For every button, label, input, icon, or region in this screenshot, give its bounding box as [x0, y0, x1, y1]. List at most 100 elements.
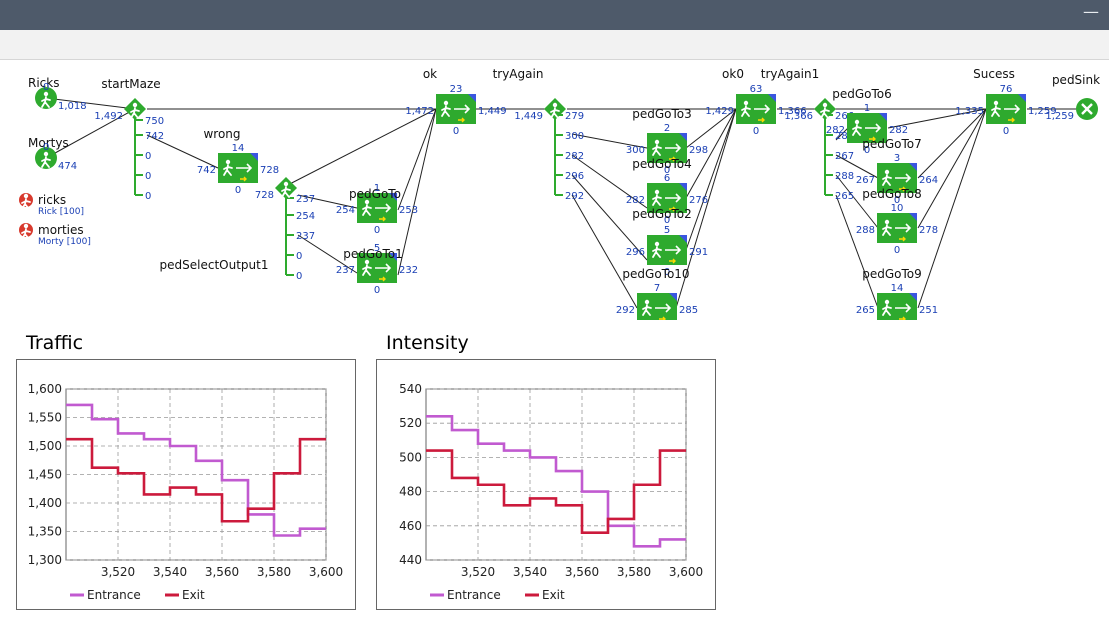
startMaze-select-block[interactable]	[124, 98, 146, 196]
tryAgain-out-2: 282	[565, 151, 584, 162]
pedGoTo9-count: 14	[891, 283, 904, 294]
wrong-in-count: 742	[197, 165, 216, 176]
y-tick-label: 440	[399, 553, 422, 567]
tryAgain1-out-4: 265	[835, 191, 854, 202]
head	[644, 299, 650, 305]
ok-count: 23	[450, 84, 463, 95]
pedGoTo8-label: pedGoTo8	[862, 187, 922, 201]
ok-label: ok	[423, 67, 437, 81]
wrong-block[interactable]	[218, 153, 258, 183]
connector	[397, 108, 437, 211]
Sucess-count: 76	[1000, 84, 1013, 95]
connector	[917, 108, 987, 229]
head	[443, 100, 449, 106]
pedGoTo2-in-count: 296	[626, 247, 645, 258]
intensity-chart: 440 460 480 500 520 540 3,520 3,540 3,560 3,580 3,…	[376, 359, 716, 610]
plot-area	[425, 388, 687, 561]
pedGoTo4-out-count: 276	[689, 195, 708, 206]
pedGoTo6-in-count: 282	[826, 125, 845, 136]
ok0-count: 63	[750, 84, 763, 95]
pedGoTo-out-count: 253	[399, 205, 418, 216]
head	[654, 241, 660, 247]
legend-label-entrance: Entrance	[447, 588, 501, 602]
traffic-chart-title: Traffic	[26, 332, 84, 354]
tryAgain-in-count: 1,449	[514, 111, 543, 122]
pedGoTo4-label: pedGoTo4	[632, 157, 692, 171]
pedGoTo2-count: 5	[664, 225, 670, 236]
x-tick-label: 3,600	[309, 565, 343, 579]
pedGoTo2-label: pedGoTo2	[632, 207, 692, 221]
head	[993, 100, 999, 106]
x-tick-label: 3,560	[565, 565, 599, 579]
traffic-chart: 1,300 1,350 1,400 1,450 1,500 1,550 1,600 3,520…	[16, 359, 356, 610]
y-tick-label: 520	[399, 416, 422, 430]
head	[743, 100, 749, 106]
window-titlebar: —	[0, 0, 1109, 30]
Sucess-lower-count: 0	[1003, 126, 1009, 137]
resource-value: Rick [100]	[38, 207, 84, 217]
ricks_src-count: 0	[43, 82, 49, 93]
pedGoTo7-label: pedGoTo7	[862, 137, 922, 151]
ok0-block[interactable]	[736, 94, 776, 124]
pedGoTo4-in-count: 282	[626, 195, 645, 206]
tryAgain1-select-block[interactable]	[814, 98, 836, 196]
pedGoTo1-count: 5	[374, 243, 380, 254]
x-tick-label: 3,540	[513, 565, 547, 579]
pedGoTo9-out-count: 251	[919, 305, 938, 316]
intensity-chart-title: Intensity	[386, 332, 469, 354]
pedSelectOutput1-select-block[interactable]	[275, 177, 297, 276]
pedGoTo8-out-count: 278	[919, 225, 938, 236]
pedGoTo6-label: pedGoTo6	[832, 87, 892, 101]
legend-label-entrance: Entrance	[87, 588, 141, 602]
tryAgain-select-block[interactable]	[544, 98, 566, 196]
pedGoTo10-block[interactable]	[637, 293, 677, 320]
ok0-label: ok0	[722, 67, 744, 81]
head	[654, 139, 660, 145]
y-tick-label: 1,300	[28, 553, 62, 567]
tryAgain1-label: tryAgain1	[761, 67, 820, 81]
pedGoTo7-out-count: 264	[919, 175, 938, 186]
pedGoTo7-in-count: 267	[856, 175, 875, 186]
Sucess-label: Sucess	[973, 67, 1015, 81]
pedGoTo7-count: 3	[894, 153, 900, 164]
pedGoTo8-block[interactable]	[877, 213, 917, 243]
y-tick-label: 480	[399, 485, 422, 499]
connector	[685, 108, 737, 251]
x-tick-label: 3,520	[461, 565, 495, 579]
pedSelectOutput1-out-0: 237	[296, 194, 315, 205]
head	[884, 299, 890, 305]
connector	[277, 108, 437, 191]
pedSelectOutput1-in-count: 728	[255, 190, 274, 201]
pedGoTo9-block[interactable]	[877, 293, 917, 320]
pedSink-block[interactable]	[1076, 98, 1098, 120]
pedSelectOutput1-label: pedSelectOutput1	[160, 258, 269, 272]
pedGoTo3-out-count: 298	[689, 145, 708, 156]
tryAgain-out-0: 279	[565, 111, 584, 122]
block-body[interactable]	[637, 293, 677, 320]
pedSelectOutput1-out-3: 0	[296, 251, 302, 262]
pedGoTo3-in-count: 300	[626, 145, 645, 156]
minimize-button[interactable]: —	[1083, 4, 1099, 20]
x-tick-label: 3,520	[101, 565, 135, 579]
pedGoTo2-block[interactable]	[647, 235, 687, 265]
ok-block[interactable]	[436, 94, 476, 124]
block-body[interactable]	[877, 293, 917, 320]
mortys_src-out-count: 474	[58, 161, 77, 172]
pedGoTo-count: 1	[374, 183, 380, 194]
traffic-chart-plot: 1,300 1,350 1,400 1,450 1,500 1,550 1,600 3,520…	[28, 382, 344, 602]
pedSelectOutput1-out-2: 237	[296, 231, 315, 242]
pedGoTo2-out-count: 291	[689, 247, 708, 258]
resource-ricks[interactable]: ricksRick [100]	[19, 193, 84, 217]
Sucess-block[interactable]	[986, 94, 1026, 124]
resource-morties[interactable]: mortiesMorty [100]	[19, 223, 91, 247]
pedGoTo1-in-count: 237	[336, 265, 355, 276]
startMaze-out-2: 0	[145, 151, 151, 162]
startMaze-label: startMaze	[101, 77, 160, 91]
tryAgain1-out-3: 288	[835, 171, 854, 182]
pedGoTo3-count: 2	[664, 123, 670, 134]
y-tick-label: 1,600	[28, 382, 62, 396]
pedSelectOutput1-out-1: 254	[296, 211, 315, 222]
x-tick-label: 3,540	[153, 565, 187, 579]
startMaze-out-1: 742	[145, 131, 164, 142]
tryAgain-out-1: 300	[565, 131, 584, 142]
